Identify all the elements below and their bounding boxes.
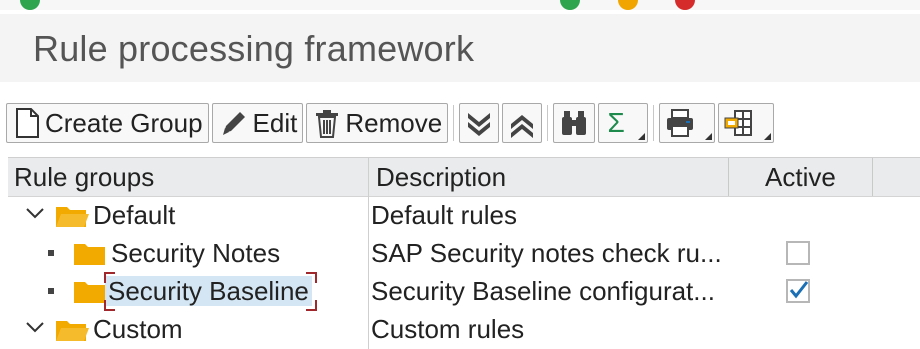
row-description: Security Baseline configurat...: [371, 276, 715, 306]
status-strip: [0, 0, 920, 10]
red-light-icon: [675, 0, 695, 10]
selected-tree-node[interactable]: Security Baseline: [104, 272, 317, 311]
create-group-button[interactable]: Create Group: [6, 103, 209, 143]
tree-node-label[interactable]: Security Notes: [111, 234, 280, 272]
chevron-down-icon[interactable]: [24, 316, 46, 338]
sigma-icon: Σ: [607, 107, 625, 138]
binoculars-icon: [562, 111, 587, 135]
toolbar-separator: [547, 105, 549, 141]
folder-open-icon: [56, 321, 89, 341]
table-row[interactable]: Custom Custom rules: [8, 310, 920, 348]
new-document-icon: [16, 108, 39, 138]
folder-open-icon: [56, 207, 89, 227]
dropdown-indicator-icon: [764, 133, 772, 140]
double-chevron-up-icon: [511, 115, 534, 138]
pencil-icon: [222, 112, 245, 135]
column-header-active[interactable]: Active: [765, 158, 836, 196]
edit-button[interactable]: Edit: [211, 103, 304, 143]
folder-icon: [74, 282, 105, 303]
active-checkbox[interactable]: [786, 241, 810, 265]
sum-button[interactable]: Σ: [598, 103, 649, 143]
green-light-icon: [560, 0, 580, 10]
collapse-all-button[interactable]: [502, 103, 543, 143]
focus-corner: [104, 272, 115, 283]
layout-grid-icon: [724, 110, 753, 136]
remove-button[interactable]: Remove: [306, 103, 449, 143]
column-header-description[interactable]: Description: [376, 158, 506, 196]
tree-node-label[interactable]: Default: [93, 196, 175, 234]
printer-icon: [667, 109, 694, 137]
dropdown-indicator-icon: [638, 133, 646, 140]
toolbar-separator: [653, 105, 655, 141]
double-chevron-down-icon: [468, 113, 491, 136]
tree-node-label[interactable]: Custom: [93, 310, 183, 348]
active-checkbox[interactable]: [786, 279, 810, 303]
table-row[interactable]: Default Default rules: [8, 196, 920, 234]
column-header-rule-groups[interactable]: Rule groups: [14, 158, 154, 196]
tree-node-label: Security Baseline: [105, 276, 312, 306]
toolbar: Create Group Edit Remove Σ: [6, 100, 775, 146]
focus-corner: [305, 272, 317, 283]
expand-all-button[interactable]: [459, 103, 500, 143]
tree-leaf-bullet-icon: [48, 250, 54, 256]
tree-leaf-bullet-icon: [48, 288, 54, 294]
yellow-light-icon: [618, 0, 638, 10]
table-row[interactable]: Security Baseline Security Baseline conf…: [8, 272, 920, 311]
print-button[interactable]: [659, 103, 716, 143]
column-divider[interactable]: [872, 158, 873, 196]
page-title: Rule processing framework: [33, 28, 475, 69]
edit-label: Edit: [252, 107, 298, 138]
remove-label: Remove: [345, 107, 443, 138]
folder-icon: [74, 244, 105, 265]
table-header: Rule groups Description Active: [8, 157, 920, 197]
find-button[interactable]: [553, 103, 596, 143]
layout-button[interactable]: [718, 103, 775, 143]
tree-table: Default Default rules Security Notes SAP…: [8, 196, 920, 349]
table-row[interactable]: Security Notes SAP Security notes check …: [8, 234, 920, 272]
create-group-label: Create Group: [45, 107, 203, 138]
row-description: Default rules: [371, 200, 517, 230]
row-description: SAP Security notes check ru...: [371, 238, 722, 268]
chevron-down-icon[interactable]: [24, 202, 46, 224]
row-description: Custom rules: [371, 314, 525, 344]
column-divider[interactable]: [728, 158, 729, 196]
dropdown-indicator-icon: [705, 133, 713, 140]
trash-icon: [316, 110, 339, 138]
checkmark-icon: [789, 281, 809, 299]
toolbar-separator: [453, 105, 455, 141]
green-status-icon: [20, 0, 40, 10]
